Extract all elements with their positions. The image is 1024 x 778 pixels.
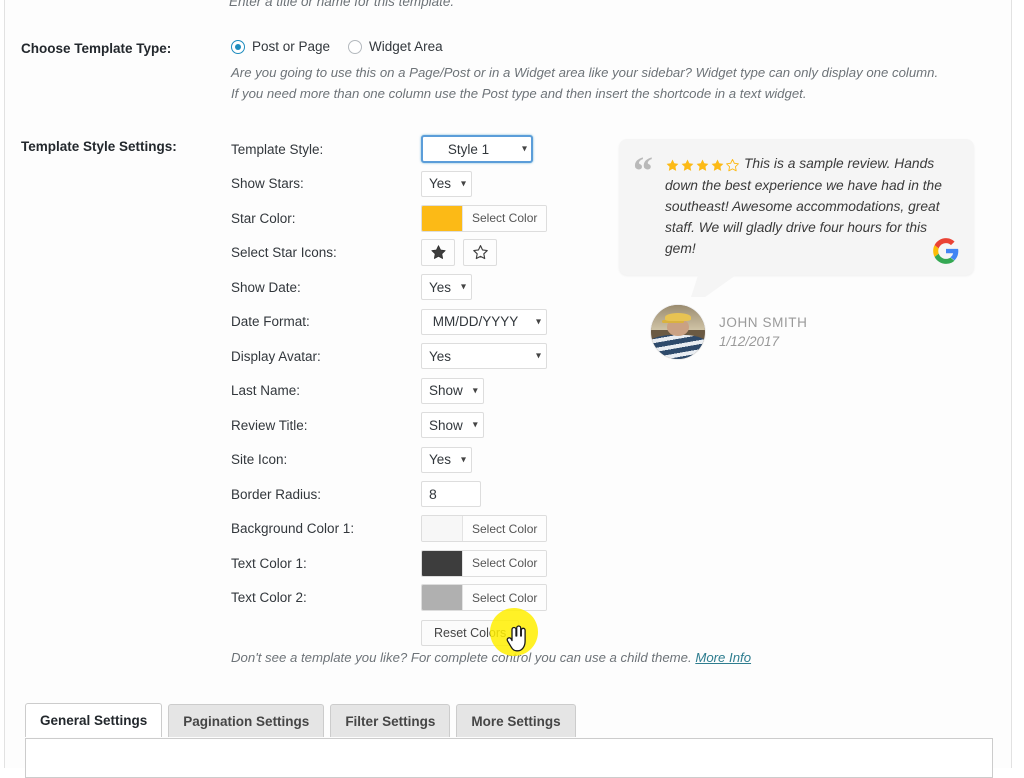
color-picker-label-star-color: Select Color (463, 205, 547, 231)
select-last-name[interactable]: Show (421, 377, 484, 404)
field-row-review-title: Review Title: Show (231, 408, 571, 443)
settings-tab-bar: General Settings Pagination Settings Fil… (25, 703, 576, 737)
star-outline-icon-button[interactable] (463, 239, 497, 267)
field-row-reset-colors: Reset Colors (231, 615, 571, 650)
star-filled-icon (711, 159, 724, 171)
choose-template-type-label: Choose Template Type: (21, 41, 172, 56)
star-icon-choices (421, 239, 497, 267)
color-picker-text-color-1[interactable]: Select Color (421, 549, 548, 577)
template-type-radio-group[interactable]: Post or Page Widget Area (231, 39, 443, 54)
label-background-color-1: Background Color 1: (231, 521, 355, 537)
child-theme-footnote-text: Don't see a template you like? For compl… (231, 650, 696, 665)
label-last-name: Last Name: (231, 383, 301, 399)
template-style-settings-label: Template Style Settings: (21, 139, 177, 154)
star-outline-icon (472, 245, 488, 260)
user-avatar-photo (651, 305, 705, 359)
label-show-date: Show Date: (231, 279, 301, 295)
page-frame: Enter a title or name for this template.… (4, 0, 1013, 778)
color-picker-text-color-2[interactable]: Select Color (421, 584, 548, 612)
label-date-format: Date Format: (231, 314, 310, 330)
radio-indicator-post-or-page[interactable] (231, 39, 245, 54)
field-row-last-name: Last Name: Show (231, 374, 571, 409)
template-type-description-line-2: If you need more than one column use the… (231, 86, 807, 101)
style-settings-form: Template Style: Style 1 Show Stars: Yes (231, 132, 571, 650)
field-row-star-color: Star Color: Select Color (231, 201, 571, 236)
tab-filter-settings[interactable]: Filter Settings (330, 704, 451, 737)
radio-indicator-widget-area[interactable] (348, 39, 363, 54)
label-text-color-2: Text Color 2: (231, 590, 307, 606)
review-bubble: “ This is a sample review. Hands down th… (619, 139, 974, 275)
reset-colors-button[interactable]: Reset Colors (421, 620, 520, 647)
field-row-text-color-1: Text Color 1: Select Color (231, 546, 571, 581)
tab-more-settings[interactable]: More Settings (456, 704, 576, 737)
field-row-border-radius: Border Radius: (231, 477, 571, 512)
tab-panel-content (25, 738, 993, 778)
field-row-date-format: Date Format: MM/DD/YYYY (231, 305, 571, 340)
reviewer-info: JOHN SMITH 1/12/2017 (619, 305, 974, 359)
label-star-color: Star Color: (231, 210, 296, 226)
settings-content: Enter a title or name for this template.… (5, 0, 1013, 778)
reviewer-name: JOHN SMITH (719, 315, 808, 330)
field-row-show-date: Show Date: Yes (231, 270, 571, 305)
select-review-title[interactable]: Show (421, 412, 484, 439)
color-swatch-text-color-2 (422, 585, 463, 611)
label-template-style: Template Style: (231, 141, 324, 157)
field-row-display-avatar: Display Avatar: Yes (231, 339, 571, 374)
star-outline-icon (726, 158, 739, 172)
radio-label-widget-area: Widget Area (369, 39, 443, 54)
label-border-radius: Border Radius: (231, 486, 322, 502)
field-row-text-color-2: Text Color 2: Select Color (231, 581, 571, 616)
quote-mark-icon: “ (633, 148, 653, 193)
radio-option-widget-area[interactable]: Widget Area (348, 39, 443, 54)
select-template-style[interactable]: Style 1 (421, 135, 533, 164)
review-star-rating (665, 154, 740, 175)
review-preview: “ This is a sample review. Hands down th… (619, 139, 974, 359)
review-date: 1/12/2017 (719, 334, 780, 349)
color-swatch-text-color-1 (422, 550, 463, 576)
select-show-date[interactable]: Yes (421, 274, 473, 301)
color-swatch-star-color (422, 205, 463, 231)
label-review-title: Review Title: (231, 417, 308, 433)
reviewer-text-block: JOHN SMITH 1/12/2017 (719, 313, 808, 351)
radio-label-post-or-page: Post or Page (252, 39, 331, 54)
color-picker-label-text-color-1: Select Color (463, 550, 547, 576)
google-g-icon (932, 237, 960, 265)
child-theme-footnote: Don't see a template you like? For compl… (231, 650, 751, 665)
field-row-site-icon: Site Icon: Yes (231, 443, 571, 478)
select-site-icon[interactable]: Yes (421, 446, 473, 473)
select-display-avatar[interactable]: Yes (421, 343, 547, 370)
label-site-icon: Site Icon: (231, 452, 288, 468)
input-border-radius[interactable] (421, 481, 481, 508)
star-filled-icon (430, 245, 446, 260)
template-type-description-line-1: Are you going to use this on a Page/Post… (231, 65, 939, 80)
color-picker-label-text-color-2: Select Color (463, 585, 547, 611)
label-text-color-1: Text Color 1: (231, 555, 307, 571)
color-picker-star-color[interactable]: Select Color (421, 204, 548, 232)
star-filled-icon (681, 159, 694, 171)
field-row-select-star-icons: Select Star Icons: (231, 236, 571, 271)
star-filled-icon (666, 159, 679, 171)
star-filled-icon-button[interactable] (421, 239, 455, 267)
more-info-link[interactable]: More Info (695, 650, 751, 665)
star-filled-icon (696, 159, 709, 171)
label-display-avatar: Display Avatar: (231, 348, 321, 364)
color-picker-background-color-1[interactable]: Select Color (421, 515, 548, 543)
field-row-show-stars: Show Stars: Yes (231, 167, 571, 202)
color-picker-label-background-color-1: Select Color (463, 516, 547, 542)
review-text-block: This is a sample review. Hands down the … (637, 153, 956, 259)
label-show-stars: Show Stars: (231, 176, 304, 192)
field-row-template-style: Template Style: Style 1 (231, 132, 571, 167)
template-title-helper-text: Enter a title or name for this template. (229, 0, 455, 9)
tab-pagination-settings[interactable]: Pagination Settings (168, 704, 325, 737)
select-show-stars[interactable]: Yes (421, 170, 473, 197)
radio-option-post-or-page[interactable]: Post or Page (231, 39, 330, 54)
color-swatch-background-color-1 (422, 516, 463, 542)
label-select-star-icons: Select Star Icons: (231, 245, 337, 261)
tab-general-settings[interactable]: General Settings (25, 703, 163, 737)
select-date-format[interactable]: MM/DD/YYYY (421, 308, 547, 335)
field-row-background-color-1: Background Color 1: Select Color (231, 512, 571, 547)
